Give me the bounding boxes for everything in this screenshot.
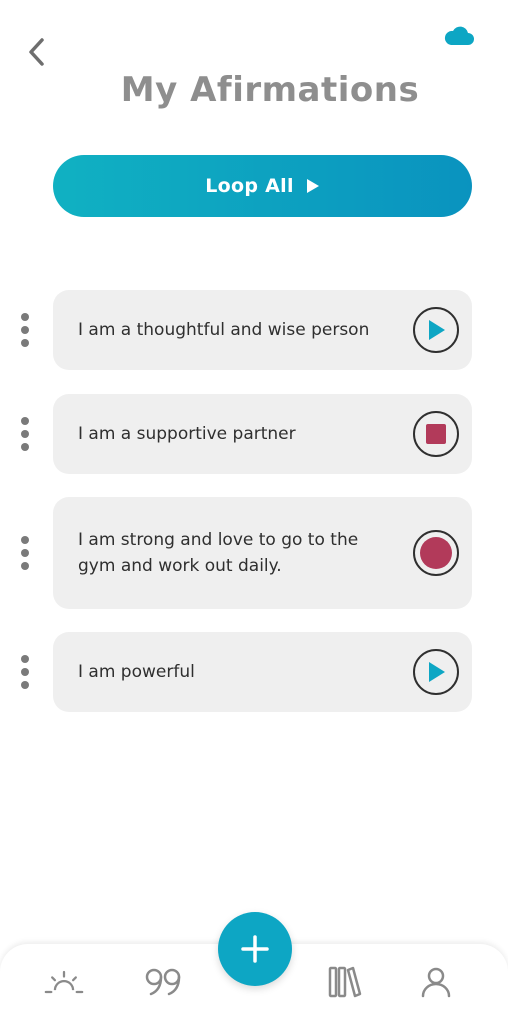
affirmation-text: I am strong and love to go to the gym an… (78, 530, 359, 576)
tab-quotes[interactable] (143, 962, 183, 1002)
chevron-left-icon (29, 38, 44, 66)
list-item: I am powerful (0, 632, 508, 712)
play-button[interactable] (413, 307, 459, 353)
loop-all-button[interactable]: Loop All (53, 155, 472, 217)
affirmation-text: I am a supportive partner (78, 424, 296, 444)
affirmation-card[interactable]: I am powerful (53, 632, 472, 712)
tab-sunrise[interactable] (44, 962, 84, 1002)
back-button[interactable] (22, 36, 50, 68)
play-button[interactable] (413, 649, 459, 695)
add-icon (241, 935, 269, 963)
record-button[interactable] (413, 530, 459, 576)
list-item: I am a thoughtful and wise person (0, 290, 508, 370)
tab-profile[interactable] (416, 962, 456, 1002)
cloud-sync-button[interactable] (442, 24, 476, 48)
library-icon (328, 966, 362, 998)
drag-handle-icon[interactable] (18, 313, 32, 347)
tab-library[interactable] (324, 962, 364, 1002)
affirmation-card[interactable]: I am a supportive partner (53, 394, 472, 474)
sunrise-icon (44, 970, 84, 994)
quote-icon (145, 968, 181, 996)
drag-handle-icon[interactable] (18, 655, 32, 689)
loop-all-label: Loop All (205, 175, 294, 197)
list-item: I am a supportive partner (0, 394, 508, 474)
affirmation-card[interactable]: I am a thoughtful and wise person (53, 290, 472, 370)
cloud-icon (444, 26, 474, 45)
stop-icon (426, 424, 446, 444)
drag-handle-icon[interactable] (18, 536, 32, 570)
play-icon (429, 320, 445, 340)
affirmation-text: I am powerful (78, 662, 195, 682)
affirmation-text: I am a thoughtful and wise person (78, 320, 370, 340)
affirmation-card[interactable]: I am strong and love to go to the gym an… (53, 497, 472, 609)
play-icon (306, 179, 319, 193)
drag-handle-icon[interactable] (18, 417, 32, 451)
list-item: I am strong and love to go to the gym an… (0, 497, 508, 609)
play-icon (429, 662, 445, 682)
add-affirmation-button[interactable] (218, 912, 292, 986)
page-title: My Afirmations (120, 70, 420, 110)
profile-icon (421, 967, 451, 998)
record-icon (420, 537, 452, 569)
stop-button[interactable] (413, 411, 459, 457)
